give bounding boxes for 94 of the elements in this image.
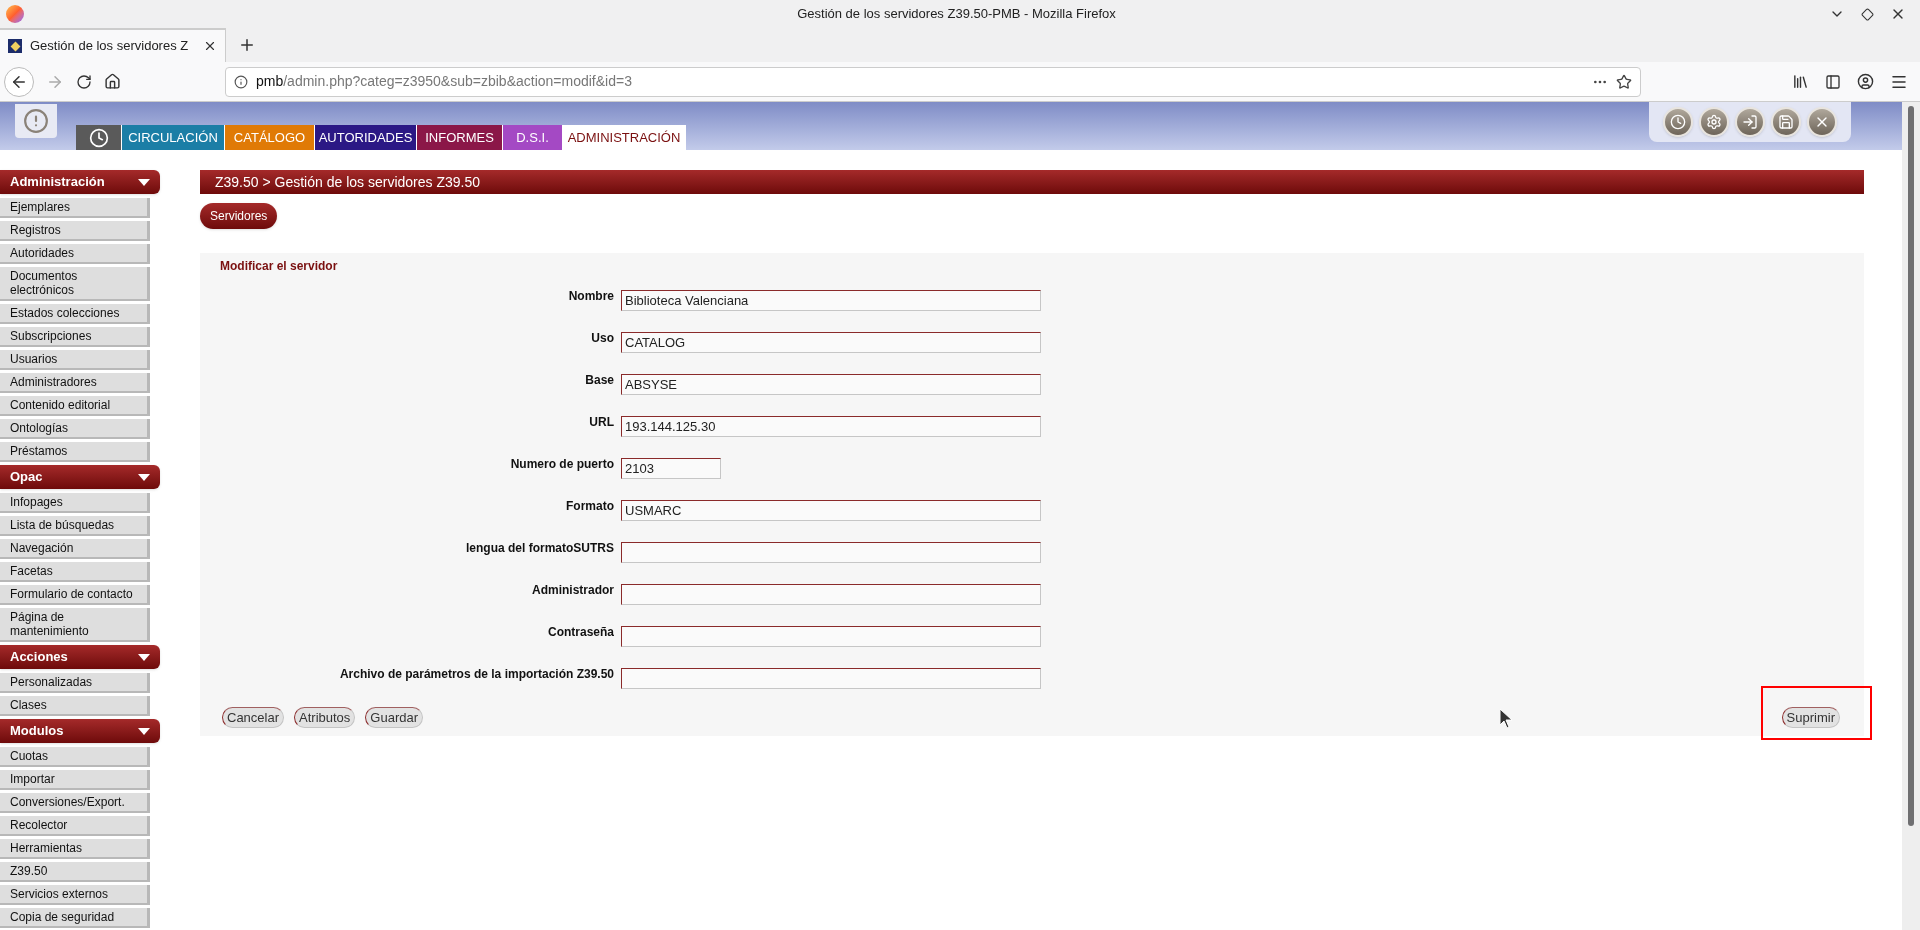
bookmark-star-icon[interactable] [1616, 73, 1632, 90]
caret-icon [138, 653, 150, 661]
field-label: Uso [590, 330, 615, 347]
sidebar-item[interactable]: Administradores [0, 373, 150, 393]
sidebar-item[interactable]: Herramientas [0, 839, 150, 859]
mouse-cursor-icon [1500, 709, 1512, 728]
sidebar-item[interactable]: Autoridades [0, 244, 150, 264]
sidebar-item[interactable]: Lista de búsquedas [0, 516, 150, 536]
servers-button[interactable]: Servidores [200, 203, 278, 229]
module-tab[interactable]: AUTORIDADES [315, 125, 417, 150]
tab-title: Gestión de los servidores Z [30, 37, 189, 56]
input-field[interactable] [621, 584, 1041, 605]
form-button[interactable]: Guardar [365, 707, 424, 728]
back-button[interactable] [4, 66, 34, 97]
module-tab[interactable]: D.S.I. [503, 125, 563, 150]
field-label: Formato [565, 498, 615, 515]
sidebar-section-header[interactable]: Modulos [0, 719, 160, 743]
sidebar-item[interactable]: Conversiones/Export. [0, 793, 150, 813]
field-label: Numero de puerto [509, 456, 615, 473]
maximize-icon[interactable] [1861, 7, 1874, 21]
module-tab[interactable]: INFORMES [417, 125, 503, 150]
home-icon[interactable] [104, 73, 121, 90]
module-tab[interactable]: ADMINISTRACIÓN [563, 125, 686, 150]
dashboard-tab[interactable] [76, 125, 122, 150]
caret-icon [138, 727, 150, 735]
sidebar-item[interactable]: Usuarios [0, 350, 150, 370]
clock-icon[interactable] [1663, 107, 1693, 137]
sidebar-item[interactable]: Z39.50 [0, 862, 150, 882]
url-text: pmb/admin.php?categ=z3950&sub=zbib&action=modif&id=3 [256, 72, 632, 91]
input-field[interactable]: USMARC [621, 500, 1041, 521]
input-field[interactable]: Biblioteca Valenciana [621, 290, 1041, 311]
form-title: Modificar el servidor [220, 258, 339, 275]
sidebar-item[interactable]: Personalizadas [0, 673, 150, 693]
clock-icon [88, 127, 109, 148]
library-icon[interactable] [1792, 73, 1809, 90]
field-label: Nombre [567, 288, 615, 305]
form-button[interactable]: Cancelar [222, 707, 285, 728]
field-label: Administrador [531, 582, 615, 599]
sidebar-item[interactable]: Clases [0, 696, 150, 716]
sidebar-item[interactable]: Ejemplares [0, 198, 150, 218]
caret-icon [138, 178, 150, 186]
sidebar-item[interactable]: Subscripciones [0, 327, 150, 347]
input-field[interactable]: 2103 [621, 458, 721, 479]
sidebar-section-header[interactable]: Opac [0, 465, 160, 489]
input-field[interactable]: 193.144.125.30 [621, 416, 1041, 437]
sidebar-item[interactable]: Navegación [0, 539, 150, 559]
field-label: Base [584, 372, 615, 389]
breadcrumb-bar: Z39.50 > Gestión de los servidores Z39.50 [200, 170, 1864, 194]
sidebar-item[interactable]: Cuotas [0, 747, 150, 767]
sidebar-item[interactable]: Servicios externos [0, 885, 150, 905]
sidebar-item[interactable]: Facetas [0, 562, 150, 582]
input-field[interactable] [621, 626, 1041, 647]
sidebar-icon[interactable] [1825, 73, 1841, 90]
sidebar-item[interactable]: Registros [0, 221, 150, 241]
address-bar[interactable]: pmb/admin.php?categ=z3950&sub=zbib&action=modif&id=3 [225, 66, 1641, 97]
save-icon[interactable] [1771, 107, 1801, 137]
input-field[interactable]: ABSYSE [621, 374, 1041, 395]
close-tab-icon[interactable] [203, 39, 217, 53]
input-field[interactable] [621, 542, 1041, 563]
browser-tab[interactable]: Gestión de los servidores Z [0, 28, 226, 62]
sidebar-item[interactable]: Recolector [0, 816, 150, 836]
window-title: Gestión de los servidores Z39.50-PMB - Mozilla Firefox [796, 5, 1117, 24]
sidebar-item[interactable]: Formulario de contacto [0, 585, 150, 605]
sidebar-item[interactable]: Estados colecciones [0, 304, 150, 324]
sidebar-item[interactable]: Página de mantenimiento [0, 608, 150, 642]
firefox-logo-icon [6, 5, 24, 23]
sidebar-item[interactable]: Importar [0, 770, 150, 790]
settings-icon[interactable] [1699, 107, 1729, 137]
field-label: lengua del formatoSUTRS [465, 540, 615, 557]
new-tab-icon[interactable] [238, 36, 256, 54]
sidebar-item[interactable]: Préstamos [0, 442, 150, 462]
scrollbar-thumb[interactable] [1908, 106, 1914, 826]
reload-icon[interactable] [76, 73, 92, 90]
alert-button[interactable] [15, 104, 57, 138]
caret-icon [138, 473, 150, 481]
input-field[interactable]: CATALOG [621, 332, 1041, 353]
field-label: Archivo de parámetros de la importación Z39.50 [338, 666, 615, 683]
field-label: URL [588, 414, 615, 431]
sidebar-item[interactable]: Copia de seguridad [0, 908, 150, 928]
site-logo-icon [8, 39, 22, 53]
info-icon[interactable] [234, 74, 248, 89]
sidebar-section-header[interactable]: Acciones [0, 645, 160, 669]
sidebar-item[interactable]: Infopages [0, 493, 150, 513]
login-icon[interactable] [1735, 107, 1765, 137]
account-icon[interactable] [1857, 73, 1874, 90]
sidebar-item[interactable]: Contenido editorial [0, 396, 150, 416]
input-field[interactable] [621, 668, 1041, 689]
sidebar-section-header[interactable]: Administración [0, 170, 160, 194]
field-label: Contraseña [546, 624, 615, 641]
module-tab[interactable]: CIRCULACIÓN [122, 125, 225, 150]
form-button[interactable]: Atributos [294, 707, 356, 728]
sidebar-item[interactable]: Ontologías [0, 419, 150, 439]
delete-button[interactable]: Suprimir [1781, 707, 1840, 728]
sidebar-item[interactable]: Documentos electrónicos [0, 267, 150, 301]
